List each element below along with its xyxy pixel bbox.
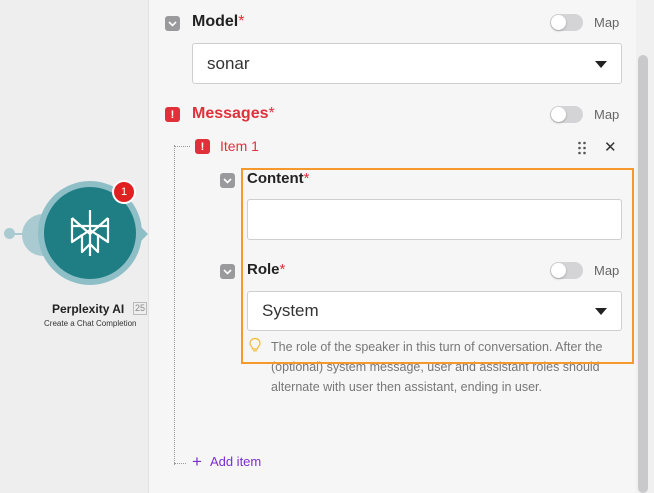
content-label: Content* — [247, 170, 310, 187]
add-item-label: Add item — [209, 454, 262, 469]
model-map-label: Map — [594, 15, 620, 30]
node-subtitle: Create a Chat Completion — [44, 319, 137, 328]
node-error-badge[interactable]: 1 — [112, 180, 136, 204]
error-icon: ! — [165, 107, 180, 122]
add-item-button[interactable]: + Add item — [192, 453, 261, 470]
caret-down-icon — [595, 308, 607, 315]
required-mark: * — [268, 105, 275, 122]
model-select-value: sonar — [207, 53, 250, 73]
content-input[interactable] — [247, 199, 622, 240]
role-select[interactable]: System — [247, 291, 622, 331]
node-title: Perplexity AI — [52, 302, 125, 316]
content-label-text: Content — [247, 170, 304, 187]
node-output-arrow[interactable] — [136, 222, 148, 246]
plus-icon: + — [192, 452, 202, 471]
messages-label: Messages* — [192, 105, 275, 123]
role-map-label: Map — [594, 263, 620, 278]
tree-branch — [174, 146, 190, 147]
tree-line — [174, 145, 175, 465]
required-mark: * — [279, 261, 286, 278]
model-label-text: Model — [192, 13, 239, 30]
chevron-down-icon[interactable] — [220, 173, 235, 188]
role-select-value: System — [262, 301, 319, 320]
required-mark: * — [238, 13, 245, 30]
node-id-badge: 25 — [133, 302, 148, 315]
panel-scrollbar-thumb[interactable] — [638, 55, 648, 493]
messages-map-label: Map — [594, 107, 620, 122]
model-map-toggle[interactable] — [550, 14, 583, 31]
close-icon[interactable]: ✕ — [604, 140, 617, 155]
messages-map-toggle[interactable] — [550, 106, 583, 123]
lightbulb-icon — [249, 337, 261, 352]
error-icon: ! — [195, 139, 210, 154]
role-label: Role* — [247, 261, 285, 278]
required-mark: * — [303, 170, 310, 187]
role-map-toggle[interactable] — [550, 262, 583, 279]
drag-handle-icon[interactable] — [577, 141, 587, 155]
item-label[interactable]: Item 1 — [220, 138, 259, 154]
messages-label-text: Messages — [192, 105, 269, 122]
chevron-down-icon[interactable] — [220, 264, 235, 279]
role-label-text: Role — [247, 261, 280, 278]
tree-branch — [174, 463, 186, 464]
role-hint-text: The role of the speaker in this turn of … — [271, 340, 603, 394]
model-select[interactable]: sonar — [192, 43, 622, 84]
scenario-canvas: 1 Perplexity AI 25 Create a Chat Complet… — [0, 0, 150, 493]
caret-down-icon — [595, 60, 607, 68]
chevron-down-icon[interactable] — [165, 16, 180, 31]
model-label: Model* — [192, 13, 244, 31]
